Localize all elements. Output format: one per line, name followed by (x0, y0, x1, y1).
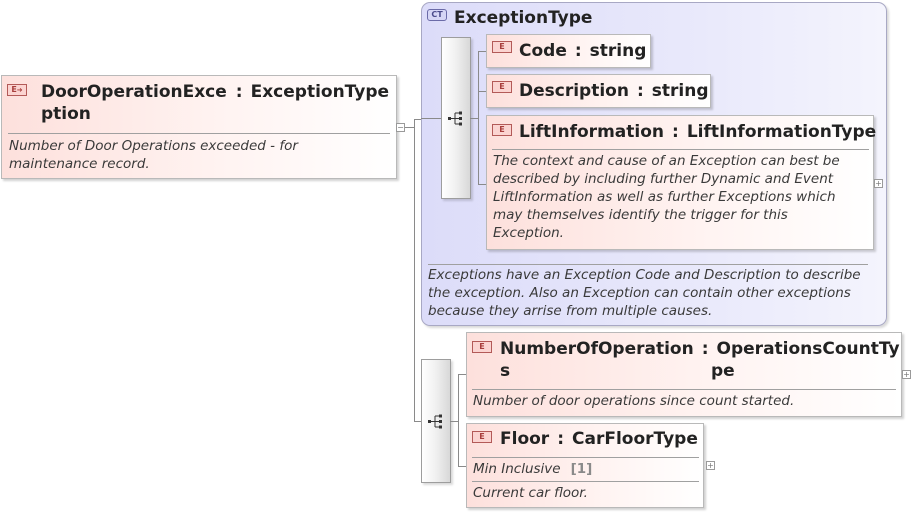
element-code-name: Code: string (519, 41, 647, 61)
root-element-box[interactable]: E➜ DoorOperationExce: ExceptionType ption… (1, 75, 397, 179)
root-separator (8, 133, 390, 134)
connector-line (478, 51, 479, 184)
connector-line (421, 118, 441, 119)
element-code[interactable]: E Code: string (486, 34, 651, 68)
element-numberofoperations-documentation: Number of door operations since count st… (473, 393, 795, 409)
connector-line (478, 184, 486, 185)
connector-line (478, 51, 486, 52)
element-badge: E➜ (7, 84, 27, 96)
arrow-icon: ➜ (16, 86, 23, 94)
element-liftinformation-documentation: The context and cause of an Exception ca… (493, 153, 840, 241)
connector-line (414, 119, 415, 421)
collapse-toggle[interactable]: − (396, 123, 405, 132)
sequence-box[interactable] (421, 359, 451, 483)
connector-line (458, 374, 459, 466)
element-floor[interactable]: E Floor: CarFloorType Min Inclusive [1] Cu… (466, 423, 704, 508)
sequence-icon (448, 111, 462, 126)
root-documentation: Number of Door Operations exceeded - for… (9, 138, 298, 172)
plus-icon: + (875, 179, 882, 188)
element-badge: E (492, 124, 512, 136)
root-element-name: DoorOperationExce: ExceptionType (41, 82, 390, 102)
element-liftinformation-name: LiftInformation: LiftInformationType (519, 122, 877, 142)
expand-toggle[interactable]: + (706, 461, 715, 470)
element-description[interactable]: E Description: string (486, 74, 711, 108)
connector-line (458, 466, 466, 467)
element-liftinformation[interactable]: E LiftInformation: LiftInformationType Th… (486, 115, 877, 250)
connector-line (470, 118, 478, 119)
complex-type-badge: CT (427, 9, 447, 21)
connector-line (458, 374, 466, 375)
element-separator (492, 149, 869, 150)
sequence-box[interactable] (441, 37, 471, 199)
element-separator (472, 457, 699, 458)
complex-type-title: ExceptionType (454, 8, 593, 28)
element-badge: E (492, 41, 512, 53)
element-floor-documentation: Current car floor. (473, 485, 588, 501)
plus-icon: + (707, 461, 714, 470)
root-element-name-continued: ption (41, 104, 91, 124)
minus-icon: − (397, 123, 404, 132)
sequence-icon (428, 414, 442, 429)
element-separator (472, 481, 699, 482)
connector-line (450, 421, 458, 422)
connector-line (478, 91, 486, 92)
complex-type-separator (428, 264, 868, 265)
element-badge: E (472, 341, 492, 353)
element-numberofoperations-name: NumberOfOperation: OperationsCountTy (500, 339, 900, 359)
element-separator (472, 389, 896, 390)
element-numberofoperations-name-continued: s (500, 361, 511, 381)
element-numberofoperations[interactable]: E NumberOfOperation: OperationsCountTy s … (466, 332, 902, 417)
expand-toggle[interactable]: + (902, 370, 911, 379)
element-badge: E (472, 431, 492, 443)
element-description-name: Description: string (519, 81, 709, 101)
expand-toggle[interactable]: + (874, 179, 883, 188)
element-floor-facet: Min Inclusive [1] (473, 461, 593, 477)
element-floor-name: Floor: CarFloorType (500, 429, 698, 449)
plus-icon: + (903, 370, 910, 379)
complex-type-documentation: Exceptions have an Exception Code and De… (428, 267, 861, 319)
element-numberofoperations-type-continued: pe (711, 361, 735, 381)
element-badge: E (492, 81, 512, 93)
